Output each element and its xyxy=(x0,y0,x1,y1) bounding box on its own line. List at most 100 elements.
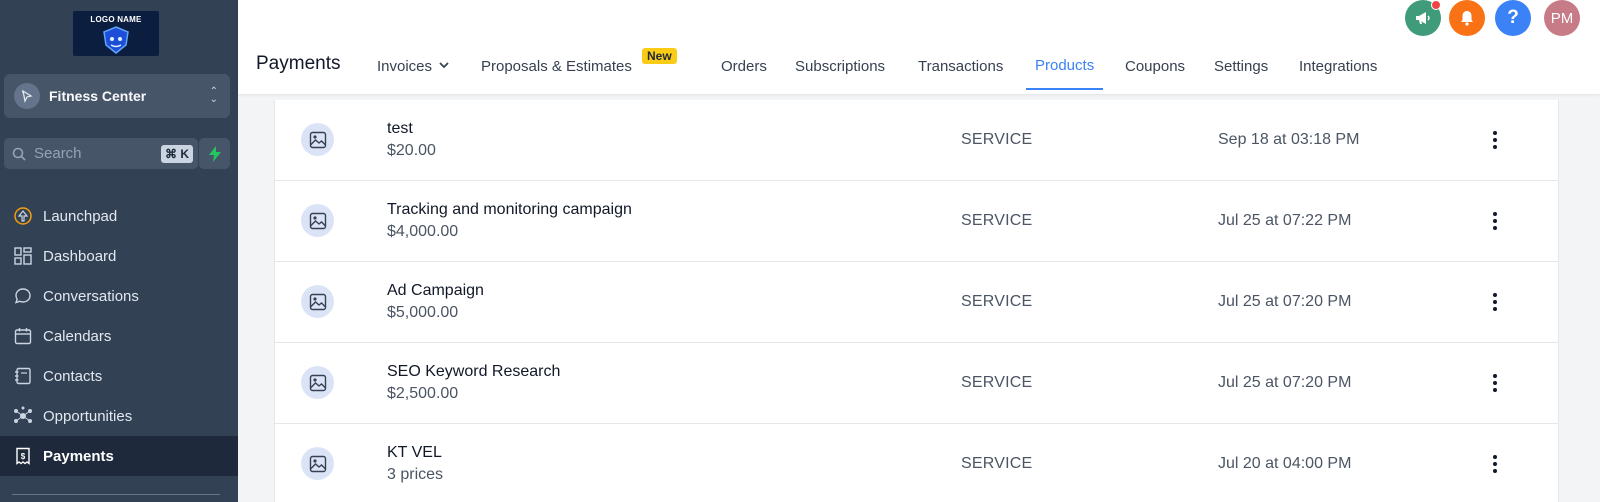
table-row[interactable]: Tracking and monitoring campaign $4,000.… xyxy=(275,181,1558,262)
tab-orders[interactable]: Orders xyxy=(721,50,767,94)
more-options-icon[interactable] xyxy=(1485,449,1505,479)
tab-coupons[interactable]: Coupons xyxy=(1125,50,1185,94)
contacts-book-icon xyxy=(13,366,33,386)
sidebar: LOGO NAME Fitness Center ⌃ ⌄ Search ⌘ K L… xyxy=(0,0,238,502)
sidebar-item-calendars[interactable]: Calendars xyxy=(0,316,238,356)
tab-integrations[interactable]: Integrations xyxy=(1299,50,1377,94)
logo-shield-icon xyxy=(103,26,129,54)
tab-label: Subscriptions xyxy=(795,58,886,75)
tab-label: Proposals & Estimates xyxy=(481,58,632,75)
page-title: Payments xyxy=(256,53,341,74)
tab-subscriptions[interactable]: Subscriptions xyxy=(795,50,885,94)
product-name[interactable]: Ad Campaign xyxy=(387,282,484,300)
payments-receipt-icon: $ xyxy=(13,446,33,466)
chat-bubble-icon xyxy=(13,286,33,306)
bell-icon xyxy=(1461,11,1473,26)
product-name[interactable]: SEO Keyword Research xyxy=(387,363,560,381)
product-price: $4,000.00 xyxy=(387,223,459,240)
top-header: Payments Invoices Proposals & Estimates … xyxy=(238,0,1600,94)
tab-products[interactable]: Products xyxy=(1025,49,1104,93)
question-mark-icon: ? xyxy=(1507,7,1519,28)
location-switcher[interactable]: Fitness Center ⌃ ⌄ xyxy=(4,74,230,118)
tab-label: Orders xyxy=(721,58,767,75)
more-options-icon[interactable] xyxy=(1485,368,1505,398)
image-placeholder-icon xyxy=(301,366,334,399)
launchpad-icon xyxy=(13,206,33,226)
product-type: SERVICE xyxy=(961,374,1033,391)
more-options-icon[interactable] xyxy=(1485,206,1505,236)
sidebar-nav: Launchpad Dashboard Conversations Calend… xyxy=(0,196,238,476)
search-input[interactable]: Search ⌘ K xyxy=(4,138,198,169)
tab-label: Settings xyxy=(1214,58,1269,75)
product-type: SERVICE xyxy=(961,212,1033,229)
image-placeholder-icon xyxy=(301,447,334,480)
tab-invoices[interactable]: Invoices xyxy=(377,50,449,94)
sidebar-item-payments[interactable]: $ Payments xyxy=(0,436,238,476)
tab-proposals-estimates[interactable]: Proposals & Estimates New xyxy=(481,48,677,94)
search-shortcut: ⌘ K xyxy=(161,144,193,163)
sidebar-item-label: Conversations xyxy=(43,287,139,305)
sidebar-item-label: Launchpad xyxy=(43,207,118,225)
calendar-icon xyxy=(13,326,33,346)
chevron-down-icon xyxy=(439,60,449,72)
sidebar-item-label: Dashboard xyxy=(43,247,117,265)
sidebar-item-contacts[interactable]: Contacts xyxy=(0,356,238,396)
product-name[interactable]: test xyxy=(387,120,413,138)
product-date: Sep 18 at 03:18 PM xyxy=(1218,131,1360,148)
product-name[interactable]: KT VEL xyxy=(387,444,442,462)
search-icon xyxy=(12,147,26,161)
tab-label: Products xyxy=(1035,57,1095,74)
more-options-icon[interactable] xyxy=(1485,125,1505,155)
product-date: Jul 25 at 07:20 PM xyxy=(1218,374,1352,391)
table-row[interactable]: SEO Keyword Research $2,500.00 SERVICE J… xyxy=(275,343,1558,424)
product-price: $5,000.00 xyxy=(387,304,459,321)
product-name[interactable]: Tracking and monitoring campaign xyxy=(387,201,632,219)
more-options-icon[interactable] xyxy=(1485,287,1505,317)
tab-settings[interactable]: Settings xyxy=(1214,50,1268,94)
table-row[interactable]: Ad Campaign $5,000.00 SERVICE Jul 25 at … xyxy=(275,262,1558,343)
product-type: SERVICE xyxy=(961,455,1033,472)
opportunities-icon xyxy=(13,406,33,426)
avatar-initials: PM xyxy=(1550,9,1574,27)
product-date: Jul 20 at 04:00 PM xyxy=(1218,455,1352,472)
search-placeholder: Search xyxy=(34,145,82,162)
tab-transactions[interactable]: Transactions xyxy=(918,50,1003,94)
product-type: SERVICE xyxy=(961,131,1033,148)
sidebar-item-label: Payments xyxy=(43,447,114,465)
sidebar-item-dashboard[interactable]: Dashboard xyxy=(0,236,238,276)
product-price: 3 prices xyxy=(387,466,444,483)
megaphone-icon xyxy=(1416,12,1430,24)
tab-label: Transactions xyxy=(918,58,1004,75)
sidebar-divider xyxy=(12,494,220,495)
sidebar-item-label: Calendars xyxy=(43,327,112,345)
quick-actions-button[interactable] xyxy=(199,138,230,169)
company-logo[interactable]: LOGO NAME xyxy=(73,11,159,56)
product-price: $20.00 xyxy=(387,142,436,159)
sidebar-item-launchpad[interactable]: Launchpad xyxy=(0,196,238,236)
location-cursor-icon xyxy=(14,83,40,109)
lightning-bolt-icon xyxy=(208,145,221,162)
table-row[interactable]: KT VEL 3 prices SERVICE Jul 20 at 04:00 … xyxy=(275,424,1558,502)
tab-label: Invoices xyxy=(377,58,433,75)
logo-text: LOGO NAME xyxy=(90,15,142,24)
product-date: Jul 25 at 07:22 PM xyxy=(1218,212,1352,229)
table-row[interactable]: test $20.00 SERVICE Sep 18 at 03:18 PM xyxy=(275,100,1558,181)
image-placeholder-icon xyxy=(301,285,334,318)
sidebar-item-conversations[interactable]: Conversations xyxy=(0,276,238,316)
image-placeholder-icon xyxy=(301,204,334,237)
sidebar-item-label: Opportunities xyxy=(43,407,133,425)
image-placeholder-icon xyxy=(301,123,334,156)
notification-dot xyxy=(1431,0,1441,10)
announcements-button[interactable] xyxy=(1405,0,1441,36)
tab-label: Integrations xyxy=(1299,58,1378,75)
svg-text:$: $ xyxy=(21,452,26,461)
tab-label: Coupons xyxy=(1125,58,1186,75)
chevron-updown-icon: ⌃ ⌄ xyxy=(209,86,218,105)
dashboard-grid-icon xyxy=(13,246,33,266)
notifications-button[interactable] xyxy=(1449,0,1485,36)
help-button[interactable]: ? xyxy=(1495,0,1531,36)
products-table: test $20.00 SERVICE Sep 18 at 03:18 PM T… xyxy=(274,100,1559,502)
product-price: $2,500.00 xyxy=(387,385,459,402)
user-avatar[interactable]: PM xyxy=(1544,0,1580,36)
sidebar-item-opportunities[interactable]: Opportunities xyxy=(0,396,238,436)
